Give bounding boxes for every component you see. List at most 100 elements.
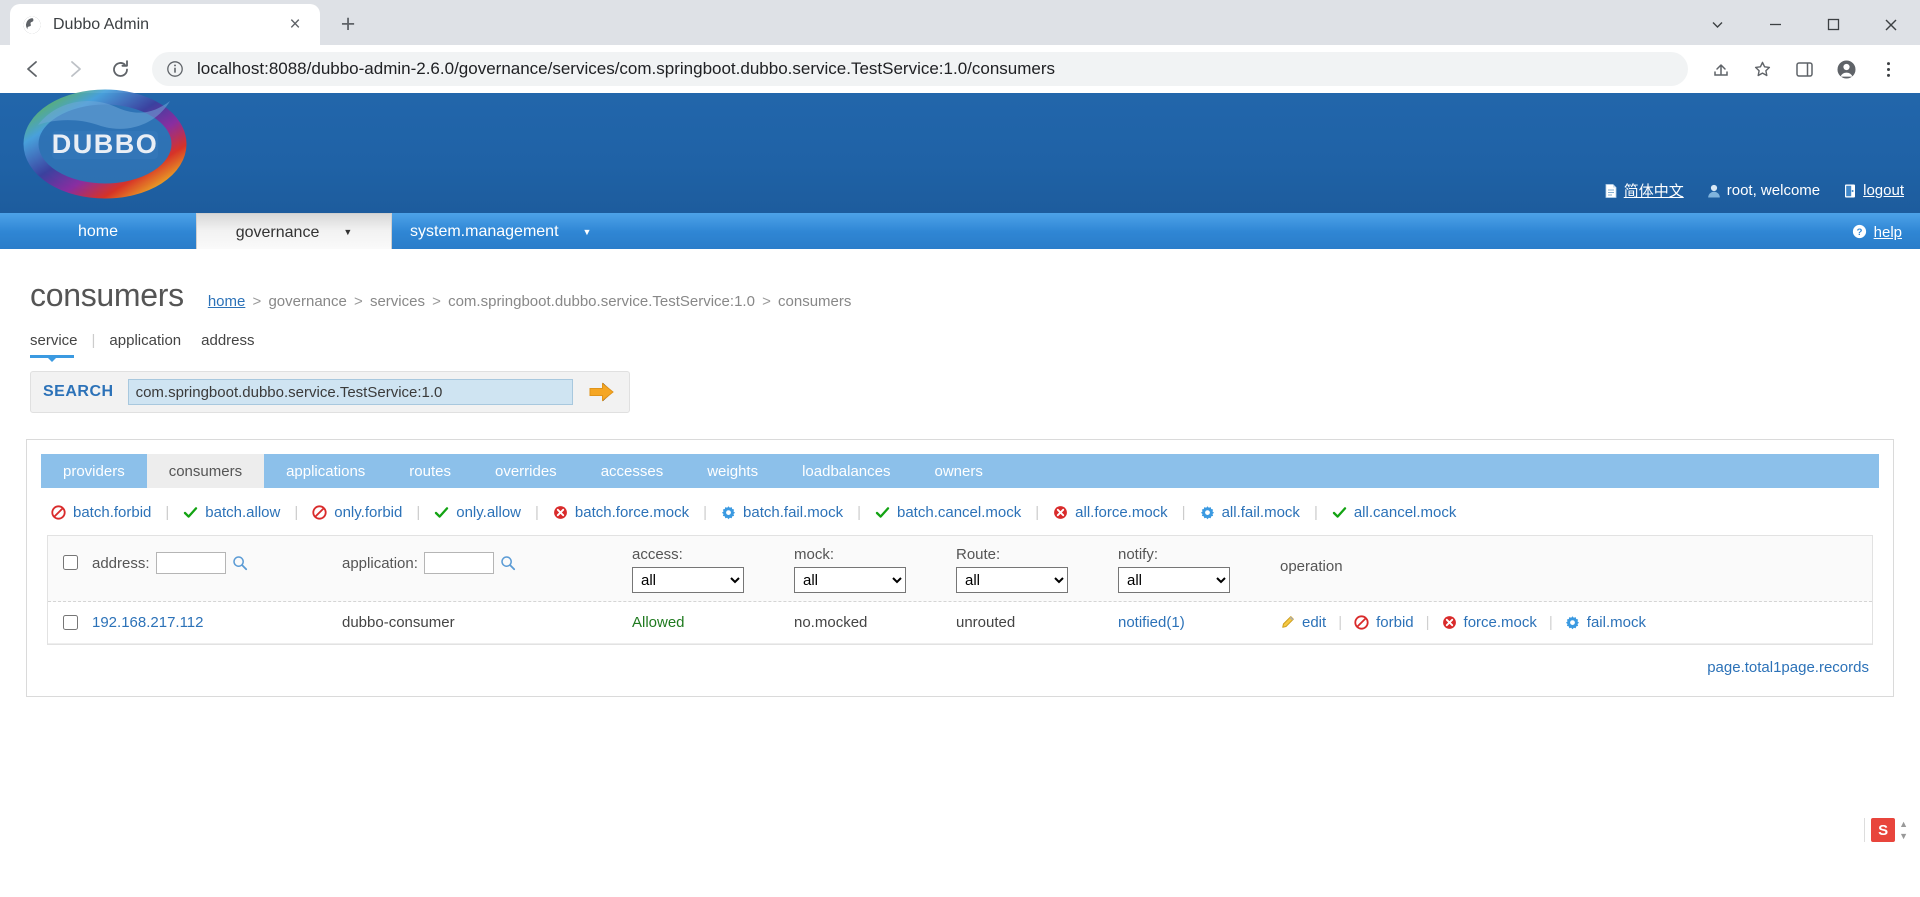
- sub-tab-address[interactable]: address: [191, 332, 264, 349]
- browser-tab[interactable]: Dubbo Admin ×: [10, 4, 320, 45]
- row-select-checkbox[interactable]: [62, 615, 78, 630]
- minimize-icon[interactable]: [1746, 4, 1804, 45]
- floating-widget[interactable]: S ▲ ▼: [1864, 818, 1908, 842]
- nav-item-governance[interactable]: governance ▼: [196, 213, 392, 251]
- row-access-cell: Allowed: [632, 614, 794, 631]
- new-tab-button[interactable]: +: [331, 7, 365, 41]
- sub-tab-application[interactable]: application: [99, 332, 191, 349]
- forbid-icon: [1354, 614, 1370, 631]
- sub-tab-divider: |: [91, 332, 96, 349]
- profile-icon[interactable]: [1826, 49, 1866, 89]
- batch-force-mock-link[interactable]: batch.force.mock: [553, 504, 689, 521]
- all-force-mock-link[interactable]: all.force.mock: [1053, 504, 1168, 521]
- language-switch[interactable]: 简体中文: [1603, 180, 1684, 201]
- user-icon: [1706, 183, 1722, 199]
- only-forbid-link[interactable]: only.forbid: [312, 504, 402, 521]
- batch-allow-link[interactable]: batch.allow: [183, 504, 280, 521]
- tab-applications[interactable]: applications: [264, 454, 387, 488]
- tab-loadbalances[interactable]: loadbalances: [780, 454, 912, 488]
- chevron-down-icon: ▼: [343, 227, 353, 237]
- nav-item-governance-label: governance: [235, 223, 320, 241]
- access-filter-cell: access: all: [632, 546, 794, 593]
- notify-filter-select[interactable]: all: [1118, 567, 1230, 593]
- nav-item-system-management[interactable]: system.management ▼: [392, 213, 609, 251]
- row-notify-link[interactable]: notified(1): [1118, 614, 1185, 631]
- check-icon: [875, 505, 891, 521]
- forward-icon: [56, 49, 96, 89]
- select-all-checkbox[interactable]: [62, 555, 78, 570]
- address-bar[interactable]: localhost:8088/dubbo-admin-2.6.0/governa…: [152, 52, 1688, 86]
- widget-toggle-icon[interactable]: ▲ ▼: [1899, 819, 1908, 841]
- batch-separator: |: [703, 504, 708, 521]
- search-type-tabs: service | application address: [0, 314, 1920, 362]
- magnifier-icon[interactable]: [500, 555, 516, 571]
- route-filter-label: Route:: [956, 546, 1001, 563]
- row-notify-cell: notified(1): [1118, 614, 1280, 631]
- back-icon[interactable]: [12, 49, 52, 89]
- row-address-link[interactable]: 192.168.217.112: [92, 614, 204, 631]
- dubbo-logo[interactable]: DUBBO: [14, 85, 196, 203]
- row-edit-link[interactable]: edit: [1280, 614, 1326, 631]
- batch-cancel-mock-link[interactable]: batch.cancel.mock: [875, 504, 1021, 521]
- all-cancel-mock-label: all.cancel.mock: [1353, 504, 1457, 521]
- window-close-icon[interactable]: [1862, 4, 1920, 45]
- breadcrumb-separator: >: [432, 293, 441, 310]
- sidepanel-icon[interactable]: [1784, 49, 1824, 89]
- row-operations-cell: edit | forbid | force.mock | fail.mock: [1280, 614, 1872, 631]
- close-icon[interactable]: ×: [282, 12, 308, 38]
- batch-separator: |: [1181, 504, 1186, 521]
- row-fail-mock-link[interactable]: fail.mock: [1565, 614, 1646, 631]
- batch-forbid-label: batch.forbid: [73, 504, 152, 521]
- sogou-badge-icon[interactable]: S: [1871, 818, 1896, 842]
- tab-weights[interactable]: weights: [685, 454, 780, 488]
- sub-tab-service[interactable]: service: [30, 332, 88, 362]
- mock-filter-select[interactable]: all: [794, 567, 906, 593]
- row-forbid-link[interactable]: forbid: [1354, 614, 1414, 631]
- maximize-icon[interactable]: [1804, 4, 1862, 45]
- search-input[interactable]: [127, 379, 573, 405]
- breadcrumb-home[interactable]: home: [208, 293, 246, 310]
- nav-item-home[interactable]: home: [0, 213, 196, 251]
- tab-providers[interactable]: providers: [41, 454, 147, 488]
- magnifier-icon[interactable]: [232, 555, 248, 571]
- menu-icon[interactable]: [1868, 49, 1908, 89]
- help-link[interactable]: ? help: [1852, 213, 1920, 251]
- star-icon[interactable]: [1742, 49, 1782, 89]
- route-filter-select[interactable]: all: [956, 567, 1068, 593]
- help-icon: ?: [1852, 224, 1868, 240]
- page-title: consumers: [30, 277, 184, 313]
- application-filter-input[interactable]: [423, 552, 494, 574]
- batch-allow-label: batch.allow: [205, 504, 281, 521]
- all-force-mock-label: all.force.mock: [1075, 504, 1168, 521]
- all-cancel-mock-link[interactable]: all.cancel.mock: [1332, 504, 1457, 521]
- window-controls: [1688, 4, 1920, 45]
- batch-forbid-link[interactable]: batch.forbid: [51, 504, 151, 521]
- reload-icon[interactable]: [100, 49, 140, 89]
- tab-routes[interactable]: routes: [387, 454, 473, 488]
- arrow-right-icon[interactable]: [587, 379, 617, 405]
- browser-toolbar: localhost:8088/dubbo-admin-2.6.0/governa…: [0, 45, 1920, 93]
- only-allow-link[interactable]: only.allow: [434, 504, 521, 521]
- access-filter-select[interactable]: all: [632, 567, 744, 593]
- batch-fail-mock-link[interactable]: batch.fail.mock: [721, 504, 843, 521]
- tab-owners[interactable]: owners: [912, 454, 1004, 488]
- consumers-grid: address: application: access: all mock: …: [47, 535, 1873, 645]
- row-force-mock-link[interactable]: force.mock: [1442, 614, 1537, 631]
- batch-separator: |: [857, 504, 861, 521]
- share-icon[interactable]: [1700, 49, 1740, 89]
- help-label[interactable]: help: [1874, 224, 1902, 241]
- info-circle-icon[interactable]: [166, 60, 184, 78]
- row-forbid-label: forbid: [1376, 614, 1414, 631]
- chevron-down-icon[interactable]: [1688, 4, 1746, 45]
- all-fail-mock-link[interactable]: all.fail.mock: [1200, 504, 1300, 521]
- logout-link[interactable]: logout: [1842, 182, 1904, 199]
- address-filter-label: address:: [92, 554, 150, 572]
- address-filter-input[interactable]: [155, 552, 226, 574]
- row-force-mock-label: force.mock: [1463, 614, 1537, 631]
- only-forbid-label: only.forbid: [334, 504, 403, 521]
- logout-label[interactable]: logout: [1863, 182, 1904, 199]
- tab-overrides[interactable]: overrides: [473, 454, 579, 488]
- tab-accesses[interactable]: accesses: [579, 454, 686, 488]
- tab-consumers[interactable]: consumers: [146, 454, 265, 488]
- language-switch-label[interactable]: 简体中文: [1624, 180, 1684, 201]
